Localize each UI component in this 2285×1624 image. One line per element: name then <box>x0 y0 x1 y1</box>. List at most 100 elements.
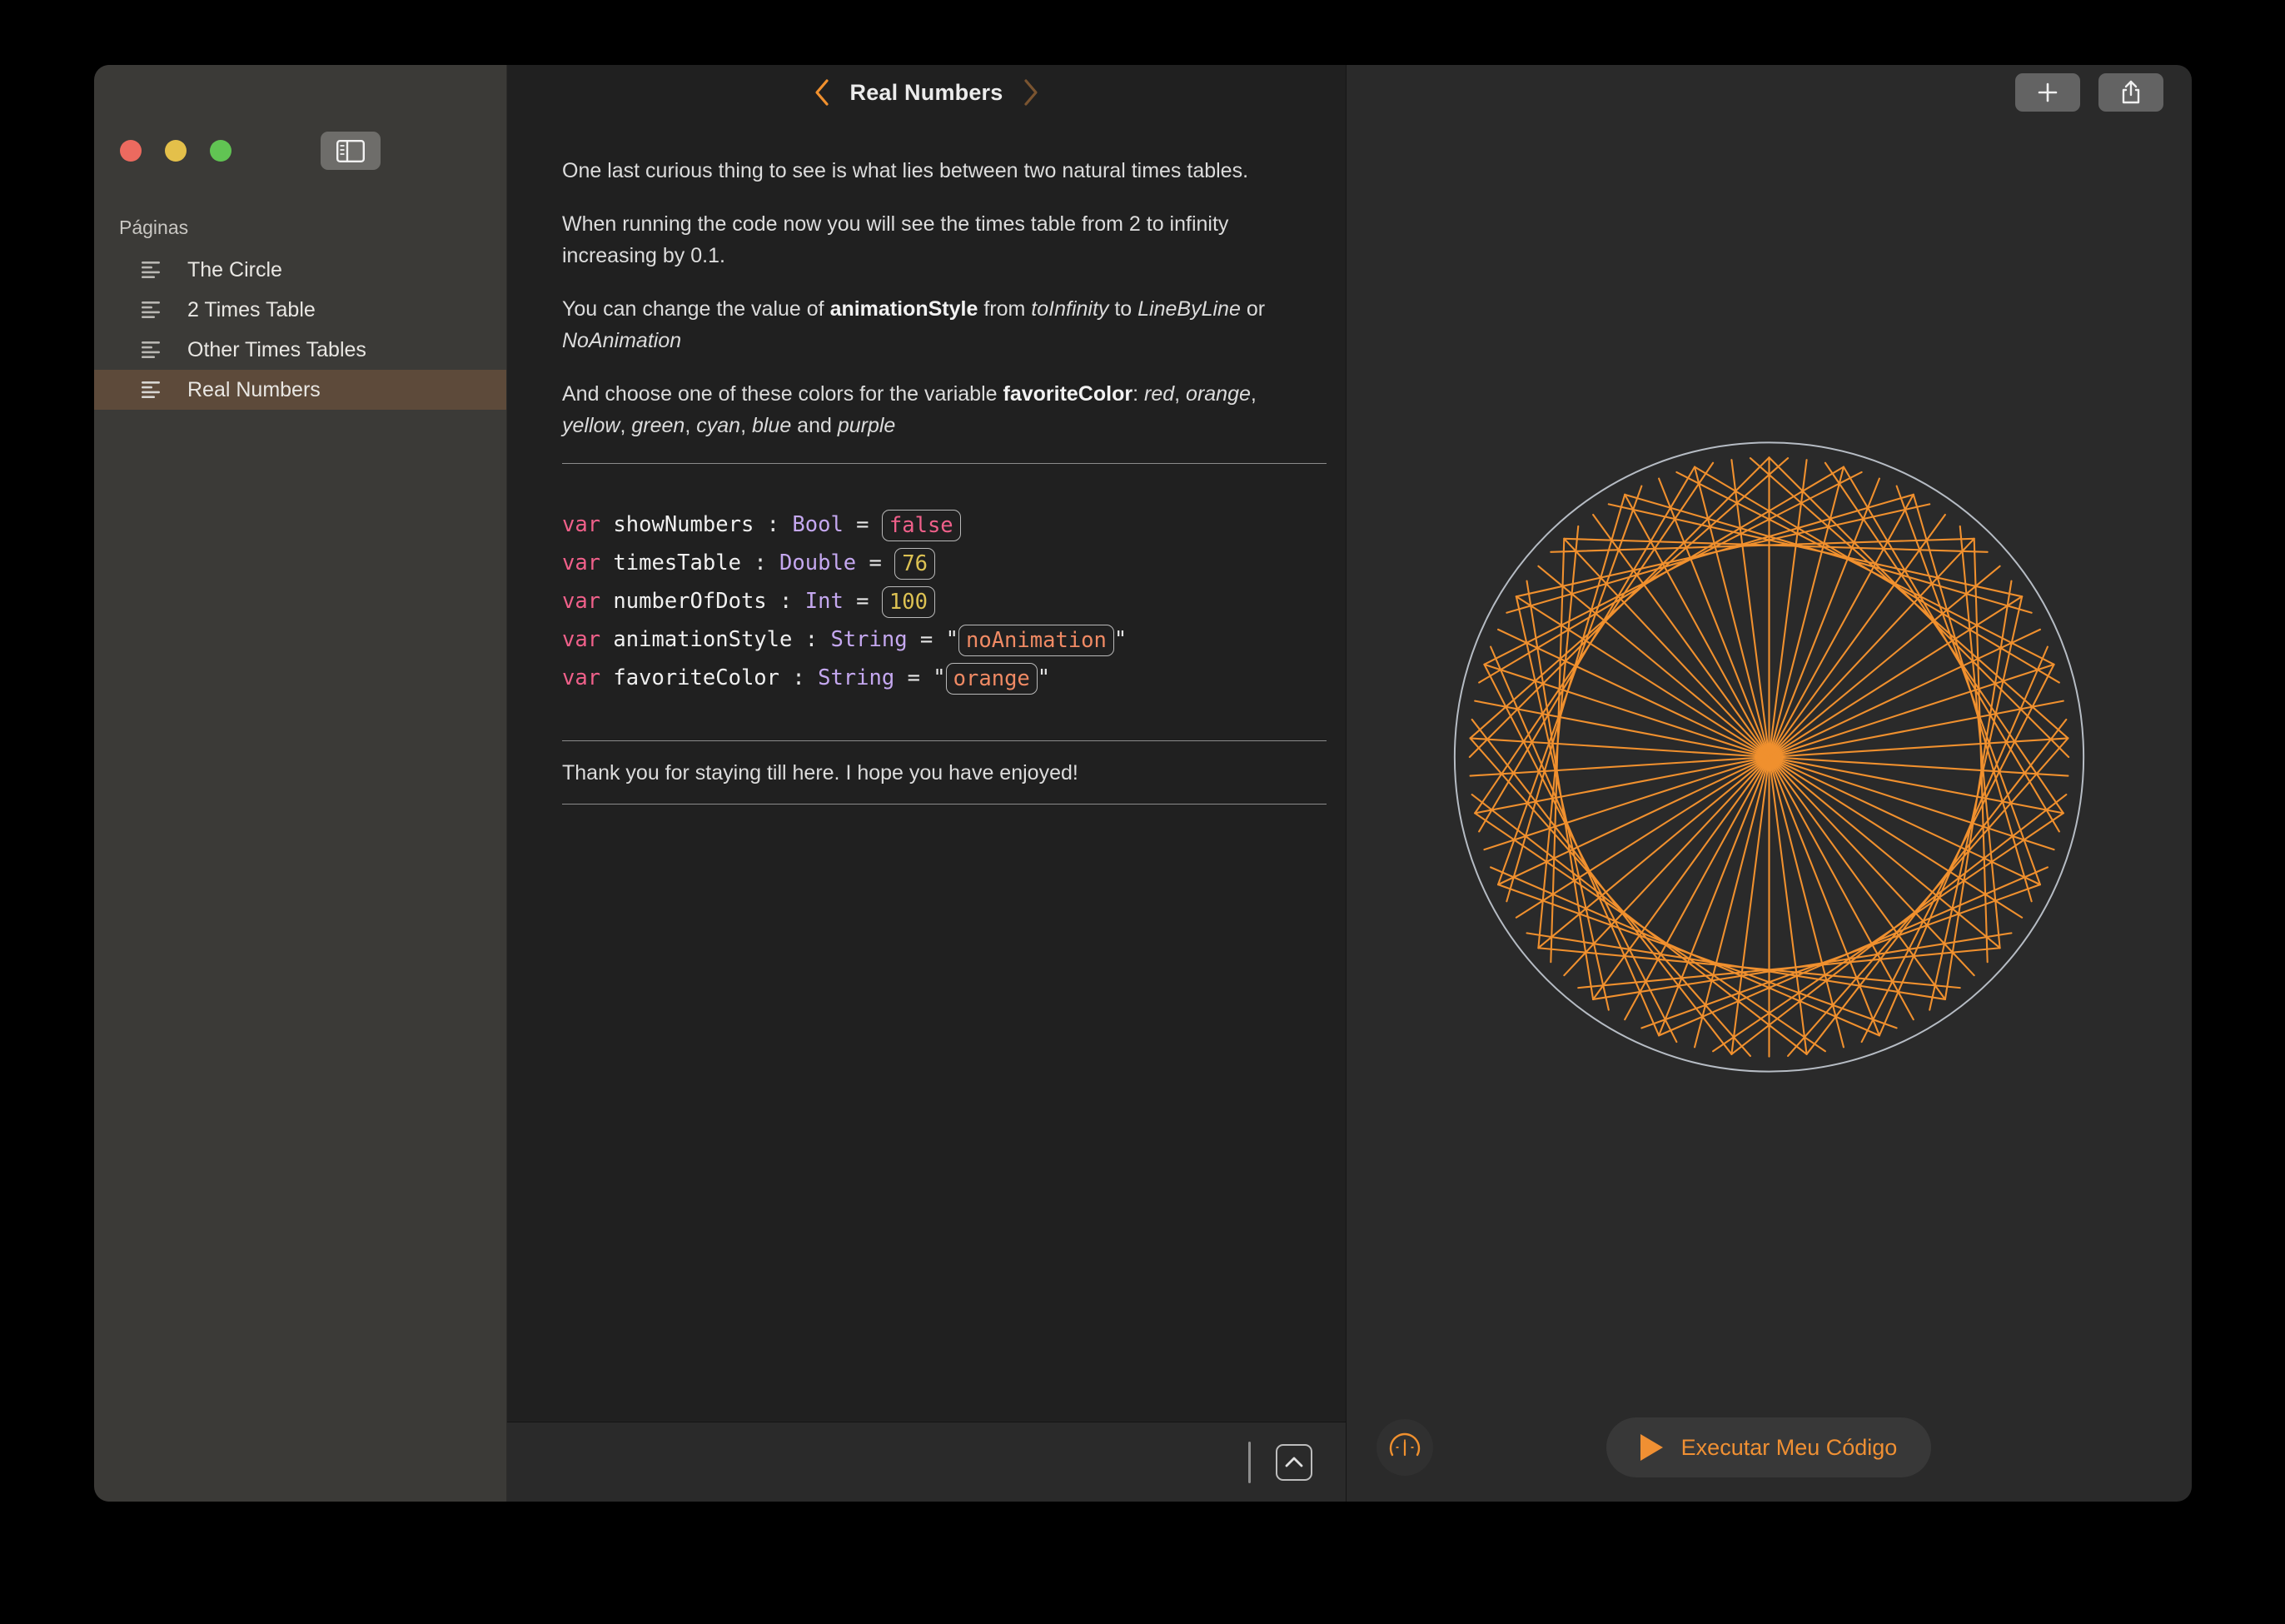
code-identifier: timesTable <box>613 550 741 575</box>
code-equals: = <box>856 589 869 614</box>
text-run-bold: animationStyle <box>829 297 978 321</box>
code-equals: = <box>869 550 882 575</box>
code-top-divider <box>562 463 1327 464</box>
share-button[interactable] <box>2098 73 2163 112</box>
code-value-showNumbers[interactable]: false <box>881 510 961 541</box>
editor-panel: Real Numbers One last curious thing to s… <box>507 65 1346 1502</box>
add-button[interactable] <box>2015 73 2080 112</box>
code-equals: = <box>856 512 869 537</box>
text-run: : <box>1133 382 1144 406</box>
code-colon: : <box>804 627 819 652</box>
code-line: var showNumbers : Bool = false <box>562 506 1291 544</box>
code-line: var favoriteColor : String = " orange " <box>562 659 1291 697</box>
preview-panel: Executar Meu Código <box>1346 65 2192 1502</box>
times-table-visualization <box>1453 441 2085 1073</box>
speedometer-icon <box>1389 1432 1421 1457</box>
window-traffic-lights <box>120 140 231 162</box>
text-run-italic: green <box>631 414 685 437</box>
minimize-button[interactable] <box>165 140 187 162</box>
text-run-italic: orange <box>1186 382 1251 406</box>
editor-content: One last curious thing to see is what li… <box>507 120 1346 1422</box>
speed-button[interactable] <box>1376 1419 1433 1476</box>
paragraph-1: One last curious thing to see is what li… <box>562 155 1291 187</box>
text-run: from <box>978 297 1032 321</box>
text-run: , <box>1174 382 1187 406</box>
code-value-favoriteColor[interactable]: orange <box>945 663 1038 695</box>
editor-footer <box>507 1422 1346 1502</box>
text-run: , <box>685 414 697 437</box>
sidebar-item-real-numbers[interactable]: Real Numbers <box>94 370 506 410</box>
collapse-button[interactable] <box>1276 1443 1312 1481</box>
sidebar-toggle-icon <box>336 139 365 162</box>
text-run-italic: purple <box>837 414 896 437</box>
code-colon: : <box>754 550 767 575</box>
list-icon <box>142 262 160 278</box>
code-keyword: var <box>562 589 601 614</box>
code-value-numberOfDots[interactable]: 100 <box>881 586 935 618</box>
chord-lines <box>1468 456 2070 1058</box>
code-quote-open: " <box>945 627 958 652</box>
text-run-italic: toInfinity <box>1031 297 1109 321</box>
text-run-italic: yellow <box>562 414 620 437</box>
code-colon: : <box>792 665 805 690</box>
code-keyword: var <box>562 627 601 652</box>
zoom-button[interactable] <box>210 140 231 162</box>
pages-section-label: Páginas <box>119 217 189 238</box>
text-run: You can change the value of <box>562 297 830 321</box>
code-identifier: numberOfDots <box>613 589 767 614</box>
sidebar-item-the-circle[interactable]: The Circle <box>94 250 506 290</box>
run-my-code-button[interactable]: Executar Meu Código <box>1606 1417 1931 1477</box>
code-identifier: showNumbers <box>613 512 754 537</box>
text-run-bold: favoriteColor <box>1003 382 1133 406</box>
code-type: Double <box>779 550 857 575</box>
code-line: var timesTable : Double = 76 <box>562 544 1291 582</box>
code-keyword: var <box>562 550 601 575</box>
text-run-italic: LineByLine <box>1138 297 1241 321</box>
code-type: String <box>830 627 908 652</box>
text-run: to <box>1108 297 1138 321</box>
pages-list: The Circle 2 Times Table Other Times Tab… <box>94 250 506 410</box>
playgrounds-window: Páginas The Circle 2 Times Table Other T… <box>94 65 2192 1502</box>
code-value-timesTable[interactable]: 76 <box>894 548 935 580</box>
close-button[interactable] <box>120 140 142 162</box>
sidebar-item-label: Real Numbers <box>187 377 321 401</box>
sidebar: Páginas The Circle 2 Times Table Other T… <box>94 65 507 1502</box>
chevron-right-icon[interactable] <box>1023 78 1039 107</box>
chevron-left-icon[interactable] <box>814 78 830 107</box>
text-run-italic: red <box>1144 382 1175 406</box>
code-identifier: favoriteColor <box>613 665 780 690</box>
code-keyword: var <box>562 512 601 537</box>
page-title: Real Numbers <box>849 79 1003 105</box>
code-value-animationStyle[interactable]: noAnimation <box>958 625 1114 656</box>
code-line: var numberOfDots : Int = 100 <box>562 582 1291 620</box>
sidebar-item-label: The Circle <box>187 257 282 281</box>
code-block: var showNumbers : Bool = false var times… <box>562 506 1291 697</box>
sidebar-item-label: Other Times Tables <box>187 337 366 361</box>
code-type: String <box>818 665 895 690</box>
sidebar-item-other-times-tables[interactable]: Other Times Tables <box>94 330 506 370</box>
footer-divider <box>1248 1441 1251 1483</box>
code-colon: : <box>766 512 780 537</box>
sidebar-item-2-times-table[interactable]: 2 Times Table <box>94 290 506 330</box>
text-run: or <box>1240 297 1266 321</box>
closing-text: Thank you for staying till here. I hope … <box>562 761 1078 785</box>
code-quote-close: " <box>1113 627 1128 652</box>
text-run: When running the code now you will see t… <box>562 212 1229 267</box>
closing-section: Thank you for staying till here. I hope … <box>562 740 1327 805</box>
code-quote-open: " <box>933 665 946 690</box>
code-type: Int <box>804 589 844 614</box>
sidebar-item-label: 2 Times Table <box>187 297 316 321</box>
code-line: var animationStyle : String = " noAnimati… <box>562 620 1291 659</box>
text-run: and <box>791 414 838 437</box>
plus-icon <box>2038 82 2058 102</box>
run-button-label: Executar Meu Código <box>1680 1434 1898 1460</box>
chevron-up-icon <box>1285 1457 1303 1467</box>
text-run: One last curious thing to see is what li… <box>562 159 1249 182</box>
code-colon: : <box>779 589 793 614</box>
closing-bottom-divider <box>562 804 1327 805</box>
code-type: Bool <box>792 512 844 537</box>
code-keyword: var <box>562 665 601 690</box>
sidebar-toggle-button[interactable] <box>321 132 381 170</box>
text-run-italic: cyan <box>696 414 741 437</box>
text-run: , <box>620 414 632 437</box>
